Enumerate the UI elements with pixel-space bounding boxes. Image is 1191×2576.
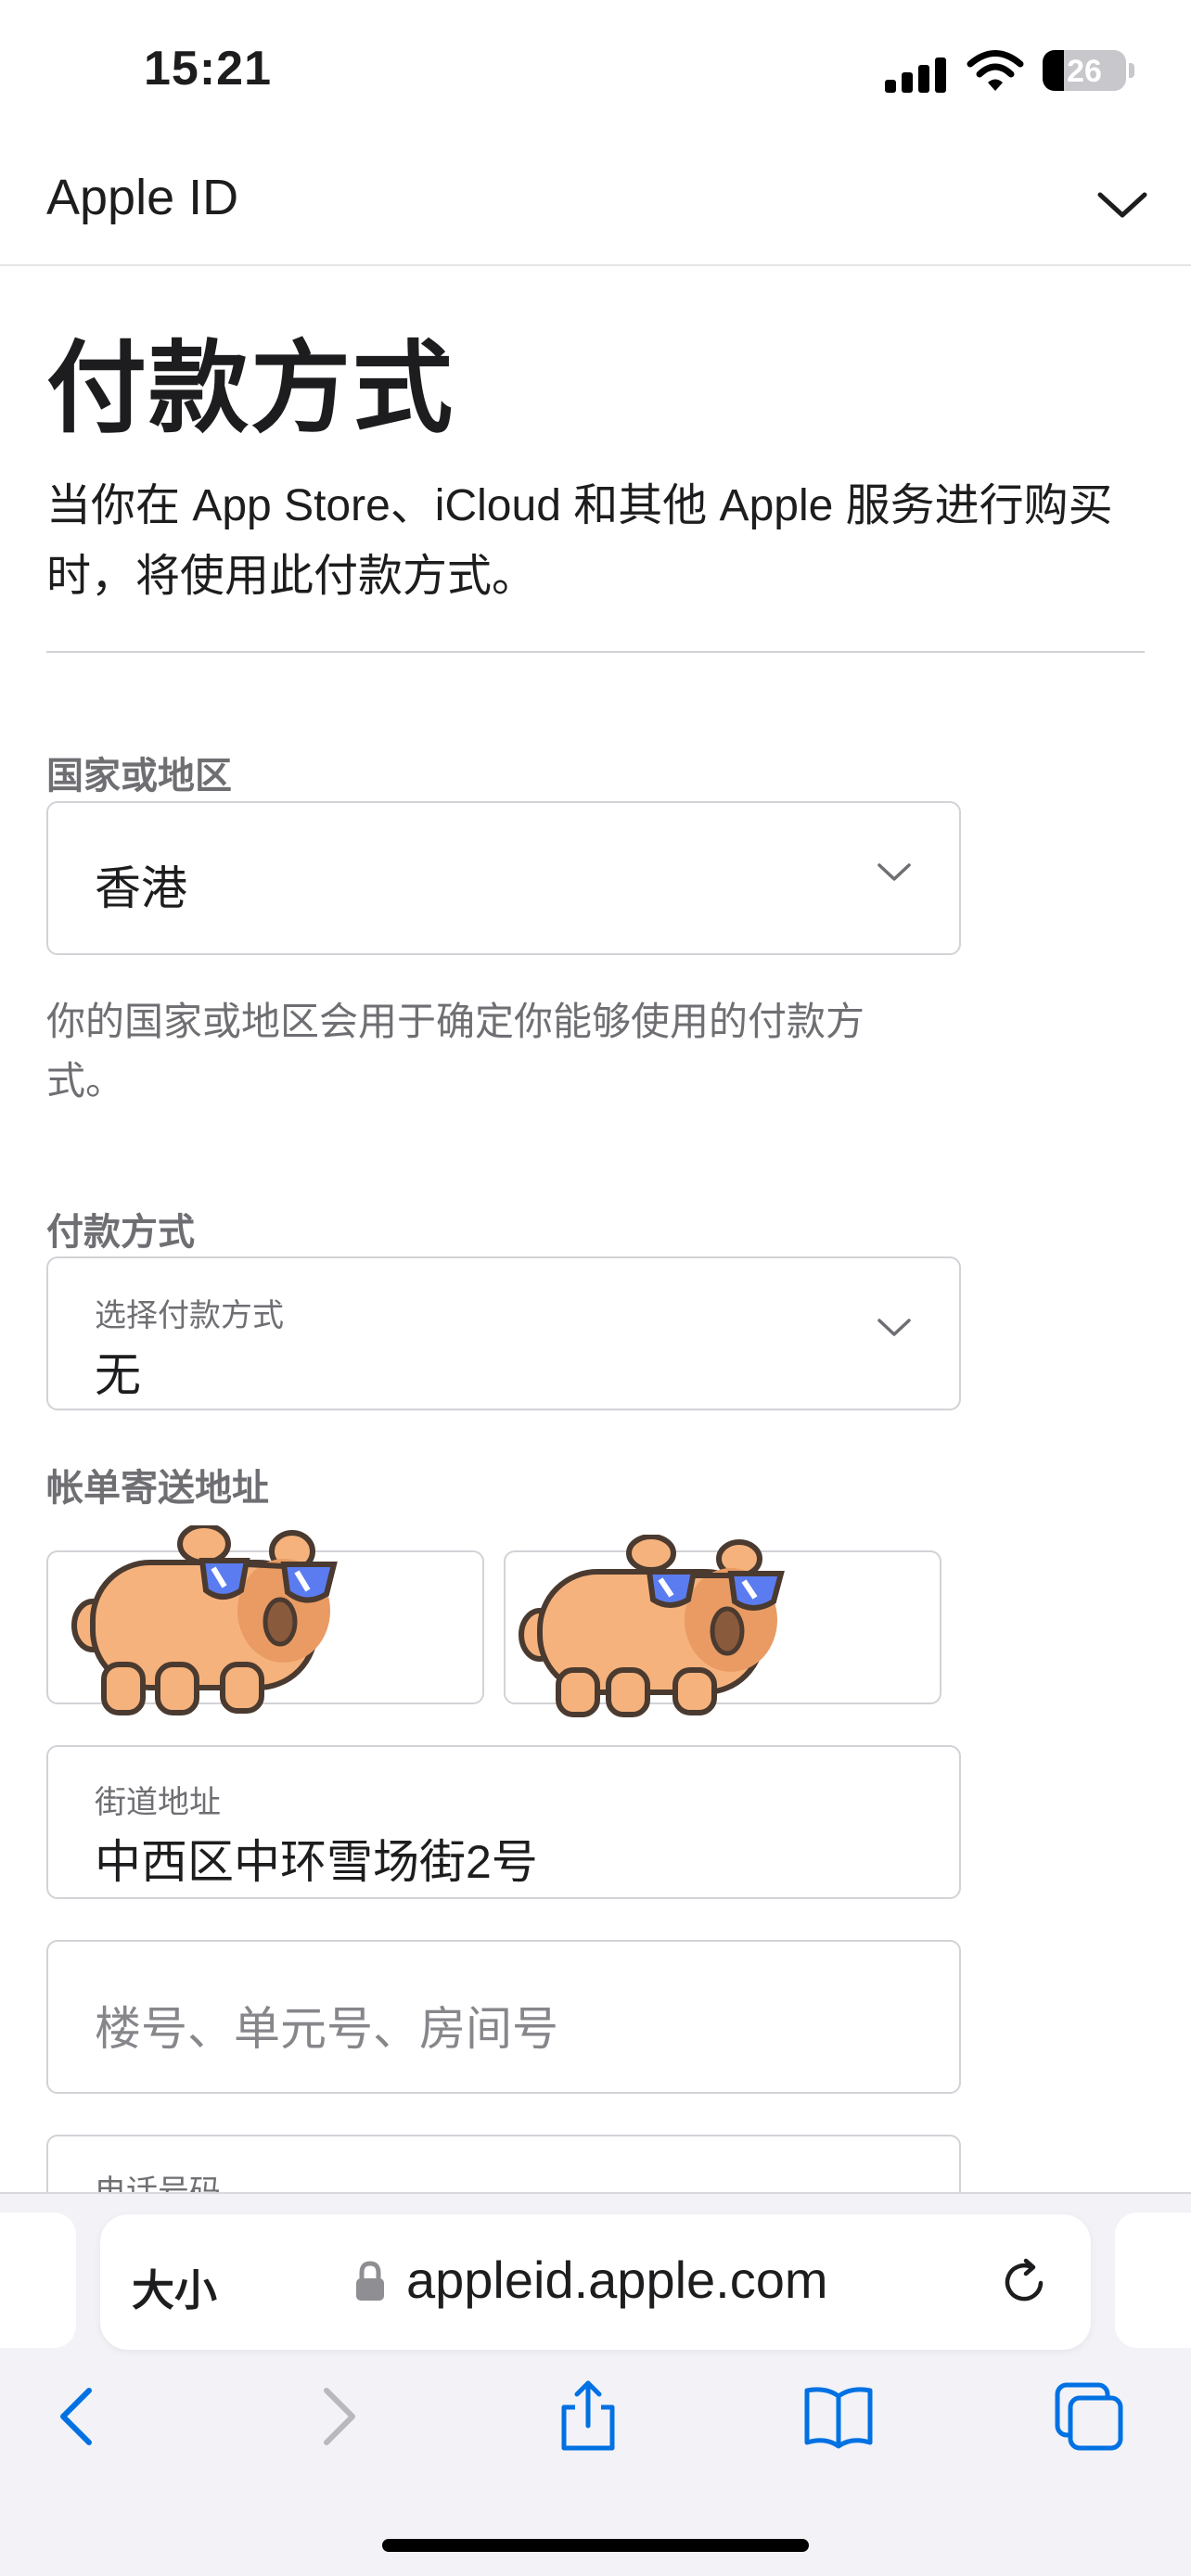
- battery-tip: [1129, 63, 1134, 78]
- status-indicators: 26: [885, 37, 1191, 102]
- country-select[interactable]: 香港: [46, 801, 961, 955]
- payment-select-label: 选择付款方式: [95, 1298, 284, 1333]
- url-text: appleid.apple.com: [406, 2251, 828, 2309]
- address-bar[interactable]: 大小 appleid.apple.com: [100, 2214, 1091, 2350]
- country-value: 香港: [95, 862, 187, 914]
- chevron-down-icon: [877, 1319, 911, 1336]
- tabs-icon[interactable]: [1052, 2379, 1126, 2454]
- text-size-button[interactable]: 大小: [132, 2257, 217, 2318]
- battery-percent: 26: [1067, 54, 1102, 89]
- cellular-signal-icon: [885, 56, 950, 93]
- lock-icon: [356, 2261, 384, 2301]
- unit-number-placeholder: 楼号、单元号、房间号: [95, 2003, 558, 2055]
- wifi-icon: [967, 50, 1024, 91]
- appleid-header-title: Apple ID: [46, 170, 239, 225]
- battery-icon: 26: [1043, 50, 1126, 91]
- street-address-label: 街道地址: [95, 1785, 221, 1820]
- status-time: 15:21: [144, 42, 272, 96]
- header-divider: [0, 264, 1191, 266]
- street-address-field[interactable]: 街道地址 中西区中环雪场街2号: [46, 1745, 961, 1899]
- section-divider: [46, 651, 1145, 653]
- forward-icon[interactable]: [301, 2379, 375, 2454]
- reload-icon[interactable]: [998, 2255, 1052, 2309]
- country-help-text: 你的国家或地区会用于确定你能够使用的付款方式。: [46, 1000, 865, 1103]
- payment-value: 无: [95, 1349, 141, 1401]
- back-icon[interactable]: [41, 2379, 115, 2454]
- next-tab-preview[interactable]: [1115, 2213, 1191, 2348]
- home-indicator: [382, 2539, 809, 2552]
- billing-address-label: 帐单寄送地址: [46, 1468, 269, 1509]
- previous-tab-preview[interactable]: [0, 2213, 76, 2348]
- street-address-value: 中西区中环雪场街2号: [95, 1836, 538, 1888]
- payment-label: 付款方式: [46, 1212, 195, 1253]
- chevron-down-icon[interactable]: [1095, 184, 1150, 226]
- intro-text: 当你在 App Store、iCloud 和其他 Apple 服务进行购买时，将…: [46, 481, 1113, 601]
- unit-number-field[interactable]: 楼号、单元号、房间号: [46, 1940, 961, 2094]
- chevron-down-icon: [877, 863, 911, 881]
- capybara-sticker: [71, 1525, 338, 1715]
- bookmarks-icon[interactable]: [801, 2379, 876, 2454]
- page-title: 付款方式: [46, 332, 455, 444]
- capybara-sticker: [519, 1535, 785, 1717]
- payment-method-select[interactable]: 选择付款方式 无: [46, 1256, 961, 1410]
- country-label: 国家或地区: [46, 756, 232, 797]
- share-icon[interactable]: [551, 2379, 625, 2454]
